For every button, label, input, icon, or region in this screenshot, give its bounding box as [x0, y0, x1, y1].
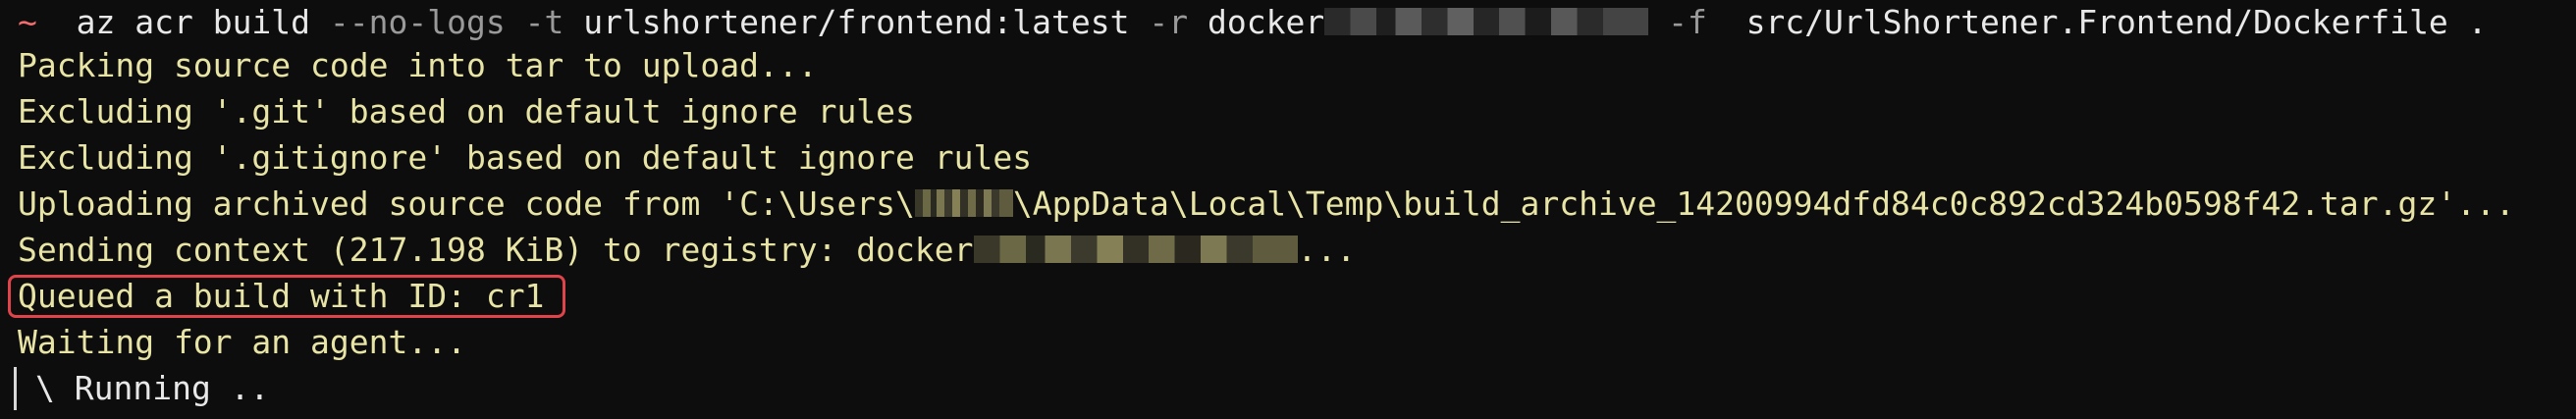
- command-line: ~ az acr build --no-logs -t urlshortener…: [18, 0, 2488, 45]
- flag-tag: -t: [524, 3, 584, 41]
- registry-arg: docker: [1207, 3, 1325, 41]
- image-tag-arg: urlshortener/frontend:latest: [583, 3, 1150, 41]
- cursor-bar-icon: [14, 367, 17, 410]
- uploading-text-start: Uploading archived source code from 'C:\…: [18, 184, 915, 223]
- output-line-sending-context: Sending context (217.198 KiB) to registr…: [18, 228, 1356, 273]
- flag-registry: -r: [1149, 3, 1208, 41]
- redacted-registry-name-2: [973, 235, 1298, 263]
- flag-file: -f: [1648, 3, 1727, 41]
- uploading-text-end: \AppData\Local\Temp\build_archive_142009…: [1012, 184, 2515, 223]
- output-line-exclude-gitignore: Excluding '.gitignore' based on default …: [18, 138, 1033, 177]
- output-line-exclude-git: Excluding '.git' based on default ignore…: [18, 92, 915, 131]
- output-line-packing: Packing source code into tar to upload..…: [18, 46, 818, 84]
- output-line-waiting-agent: Waiting for an agent...: [18, 323, 466, 361]
- spinner-status: \ Running ..: [35, 369, 270, 407]
- command-name: az acr build: [76, 3, 330, 41]
- redacted-username: [914, 188, 1013, 217]
- sending-text-end: ...: [1297, 231, 1357, 269]
- build-id-highlight-box: [8, 275, 565, 318]
- redacted-registry-name: [1324, 7, 1649, 35]
- sending-text-start: Sending context (217.198 KiB) to registr…: [18, 231, 974, 269]
- output-line-uploading: Uploading archived source code from 'C:\…: [18, 182, 2515, 227]
- dockerfile-path-arg: src/UrlShortener.Frontend/Dockerfile .: [1745, 3, 2488, 41]
- flag-no-logs: --no-logs: [329, 3, 525, 41]
- prompt-symbol: ~: [18, 3, 37, 41]
- terminal-window[interactable]: ~ az acr build --no-logs -t urlshortener…: [0, 0, 2576, 419]
